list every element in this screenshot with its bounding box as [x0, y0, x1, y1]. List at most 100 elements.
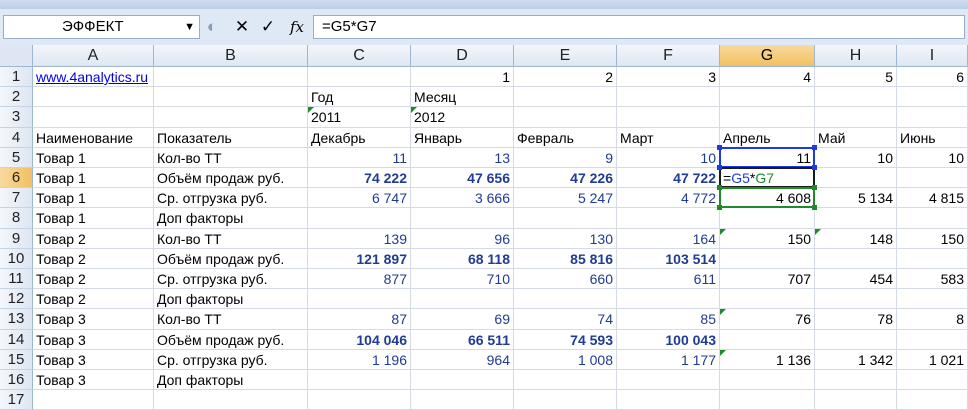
- cell-g11[interactable]: 707: [720, 269, 815, 290]
- cell-f16[interactable]: [617, 370, 720, 391]
- column-header-b[interactable]: B: [154, 45, 308, 67]
- row-header-5[interactable]: 5: [0, 147, 33, 168]
- cell-d7[interactable]: 3 666: [411, 188, 514, 209]
- cell-d10[interactable]: 68 118: [411, 248, 514, 269]
- cell-g6[interactable]: =G5*G7: [720, 168, 815, 189]
- cell-e2[interactable]: [514, 87, 617, 108]
- cell-g13[interactable]: 76: [720, 309, 815, 330]
- cell-b13[interactable]: Кол-во ТТ: [154, 309, 308, 330]
- cell-d2[interactable]: Месяц: [411, 87, 514, 108]
- cell-c13[interactable]: 87: [308, 309, 411, 330]
- cell-c15[interactable]: 1 196: [308, 349, 411, 370]
- range-handle-icon[interactable]: [812, 144, 817, 150]
- cell-d11[interactable]: 710: [411, 269, 514, 290]
- row-header-11[interactable]: 11: [0, 269, 33, 290]
- cell-i15[interactable]: 1 021: [897, 349, 968, 370]
- cell-g16[interactable]: [720, 370, 815, 391]
- cell-d14[interactable]: 66 511: [411, 329, 514, 350]
- cell-c2[interactable]: Год: [308, 87, 411, 108]
- chevron-down-icon[interactable]: ▼: [184, 16, 195, 38]
- cell-e17[interactable]: [514, 390, 617, 410]
- cell-h5[interactable]: 10: [815, 147, 897, 168]
- cell-c16[interactable]: [308, 370, 411, 391]
- cell-b2[interactable]: [154, 87, 308, 108]
- cell-a1[interactable]: www.4analytics.ru: [33, 67, 154, 88]
- cell-c8[interactable]: [308, 208, 411, 229]
- cell-d9[interactable]: 96: [411, 228, 514, 249]
- cell-h16[interactable]: [815, 370, 897, 391]
- cell-e6[interactable]: 47 226: [514, 168, 617, 189]
- cell-h3[interactable]: [815, 107, 897, 128]
- cell-i5[interactable]: 10: [897, 147, 968, 168]
- cell-a15[interactable]: Товар 3: [33, 349, 154, 370]
- cell-i12[interactable]: [897, 289, 968, 310]
- cell-f4[interactable]: Март: [617, 127, 720, 148]
- cell-b17[interactable]: [154, 390, 308, 410]
- cell-b4[interactable]: Показатель: [154, 127, 308, 148]
- enter-icon[interactable]: ✓: [257, 15, 279, 39]
- cell-c14[interactable]: 104 046: [308, 329, 411, 350]
- cell-c4[interactable]: Декабрь: [308, 127, 411, 148]
- cell-c17[interactable]: [308, 390, 411, 410]
- row-header-10[interactable]: 10: [0, 248, 33, 269]
- cell-c5[interactable]: 11: [308, 147, 411, 168]
- cell-g17[interactable]: [720, 390, 815, 410]
- cell-i3[interactable]: [897, 107, 968, 128]
- cell-h6[interactable]: [815, 168, 897, 189]
- cell-i16[interactable]: [897, 370, 968, 391]
- row-header-2[interactable]: 2: [0, 87, 33, 108]
- cell-d6[interactable]: 47 656: [411, 168, 514, 189]
- cell-i14[interactable]: [897, 329, 968, 350]
- cell-a3[interactable]: [33, 107, 154, 128]
- row-header-3[interactable]: 3: [0, 107, 33, 128]
- cell-f10[interactable]: 103 514: [617, 248, 720, 269]
- cell-g12[interactable]: [720, 289, 815, 310]
- error-indicator-icon[interactable]: [815, 228, 821, 235]
- cell-a14[interactable]: Товар 3: [33, 329, 154, 350]
- cell-i7[interactable]: 4 815: [897, 188, 968, 209]
- cell-f12[interactable]: [617, 289, 720, 310]
- cell-b14[interactable]: Объём продаж руб.: [154, 329, 308, 350]
- cell-g5[interactable]: 11: [720, 147, 815, 168]
- cell-d15[interactable]: 964: [411, 349, 514, 370]
- column-header-i[interactable]: I: [897, 45, 968, 67]
- error-indicator-icon[interactable]: [411, 107, 417, 114]
- column-header-h[interactable]: H: [815, 45, 897, 67]
- range-handle-icon[interactable]: [812, 185, 817, 191]
- cell-a2[interactable]: [33, 87, 154, 108]
- cell-i6[interactable]: [897, 168, 968, 189]
- cell-f13[interactable]: 85: [617, 309, 720, 330]
- cell-b10[interactable]: Объём продаж руб.: [154, 248, 308, 269]
- cell-i17[interactable]: [897, 390, 968, 410]
- cell-d17[interactable]: [411, 390, 514, 410]
- row-header-7[interactable]: 7: [0, 188, 33, 209]
- cell-c10[interactable]: 121 897: [308, 248, 411, 269]
- cell-f9[interactable]: 164: [617, 228, 720, 249]
- cell-h13[interactable]: 78: [815, 309, 897, 330]
- cell-a12[interactable]: Товар 2: [33, 289, 154, 310]
- cell-i8[interactable]: [897, 208, 968, 229]
- cell-e11[interactable]: 660: [514, 269, 617, 290]
- row-header-4[interactable]: 4: [0, 127, 33, 148]
- column-header-g[interactable]: G: [720, 45, 815, 67]
- column-header-d[interactable]: D: [411, 45, 514, 67]
- cell-b11[interactable]: Ср. отгрузка руб.: [154, 269, 308, 290]
- cell-d1[interactable]: 1: [411, 67, 514, 88]
- row-header-13[interactable]: 13: [0, 309, 33, 330]
- cell-e15[interactable]: 1 008: [514, 349, 617, 370]
- cell-a13[interactable]: Товар 3: [33, 309, 154, 330]
- cell-b6[interactable]: Объём продаж руб.: [154, 168, 308, 189]
- cell-h10[interactable]: [815, 248, 897, 269]
- cell-e10[interactable]: 85 816: [514, 248, 617, 269]
- cell-b12[interactable]: Доп факторы: [154, 289, 308, 310]
- cell-a4[interactable]: Наименование: [33, 127, 154, 148]
- insert-function-icon[interactable]: fx: [285, 15, 309, 39]
- cell-d12[interactable]: [411, 289, 514, 310]
- cell-c11[interactable]: 877: [308, 269, 411, 290]
- cell-h1[interactable]: 5: [815, 67, 897, 88]
- row-header-14[interactable]: 14: [0, 329, 33, 350]
- row-header-6[interactable]: 6: [0, 168, 33, 189]
- cancel-icon[interactable]: ✕: [231, 15, 253, 39]
- row-header-17[interactable]: 17: [0, 390, 33, 410]
- cell-i11[interactable]: 583: [897, 269, 968, 290]
